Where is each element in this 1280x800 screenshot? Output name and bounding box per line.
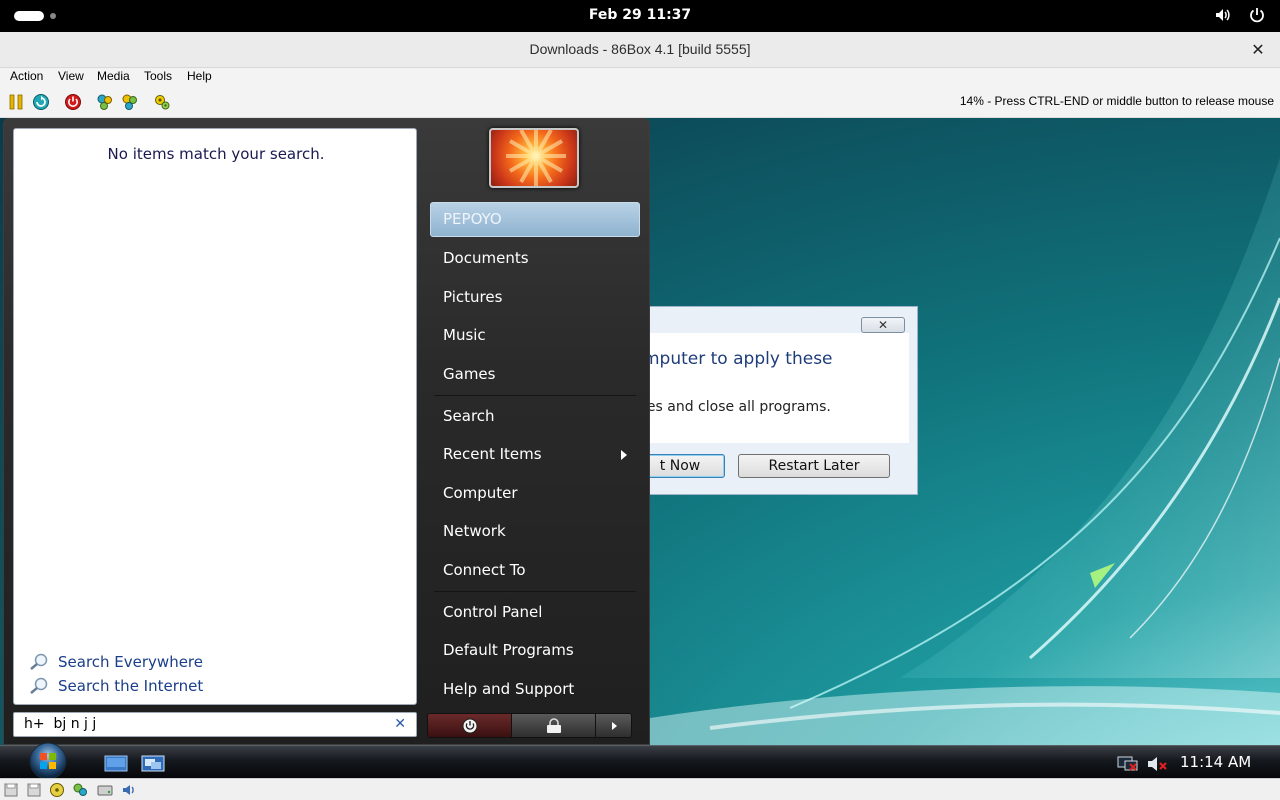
power-controls (427, 713, 632, 738)
hard-reset-icon[interactable] (32, 93, 50, 111)
restart-later-button[interactable]: Restart Later (738, 454, 890, 478)
submenu-arrow-icon (621, 450, 627, 460)
start-orb-icon[interactable] (16, 740, 80, 778)
volume-muted-icon[interactable] (1146, 755, 1170, 773)
settings-icon[interactable] (153, 93, 171, 111)
dialog-heading: mputer to apply these (643, 349, 833, 369)
restart-dialog: ✕ mputer to apply these les and close al… (620, 306, 918, 495)
lock-button[interactable] (512, 714, 596, 737)
mouse-capture-status: 14% - Press CTRL-END or middle button to… (959, 94, 1274, 108)
arrow-right-icon (611, 721, 617, 730)
window-title: Downloads - 86Box 4.1 [build 5555] (529, 41, 751, 57)
taskbar-clock[interactable]: 11:14 AM (1180, 753, 1251, 771)
search-everywhere-link[interactable]: Search Everywhere (28, 653, 203, 671)
start-item-help-support[interactable]: Help and Support (443, 680, 574, 698)
start-item-connect-to[interactable]: Connect To (443, 561, 526, 579)
system-tray[interactable] (1214, 6, 1266, 24)
network-disconnected-icon[interactable] (1116, 755, 1140, 773)
emulated-screen[interactable]: ✕ mputer to apply these les and close al… (0, 118, 1280, 778)
start-item-network[interactable]: Network (443, 522, 506, 540)
start-item-user-folder[interactable]: PEPOYO (430, 202, 640, 237)
search-internet-label: Search the Internet (58, 677, 204, 695)
search-results-pane: No items match your search. Search Every… (13, 128, 417, 705)
system-clock[interactable]: Feb 29 11:37 (0, 7, 1280, 23)
ctrl-alt-esc-icon[interactable] (121, 93, 139, 111)
toolbar: 14% - Press CTRL-END or middle button to… (0, 87, 1280, 118)
power-options-arrow-button[interactable] (596, 714, 631, 737)
user-account-picture[interactable] (489, 128, 579, 188)
menu-help[interactable]: Help (187, 69, 212, 83)
taskbar: 11:14 AM (0, 742, 1280, 778)
magnifier-icon (30, 677, 48, 694)
start-menu: No items match your search. Search Every… (3, 118, 650, 745)
volume-icon[interactable] (1214, 6, 1232, 24)
start-search-input[interactable]: h+ bj n j j ✕ (13, 712, 417, 737)
menu-separator (434, 591, 636, 592)
user-name-label: PEPOYO (443, 210, 502, 228)
start-item-games[interactable]: Games (443, 365, 495, 383)
menu-view[interactable]: View (58, 69, 84, 83)
start-item-music[interactable]: Music (443, 326, 486, 344)
clear-search-icon[interactable]: ✕ (394, 716, 406, 732)
search-internet-link[interactable]: Search the Internet (28, 677, 203, 695)
pause-icon[interactable] (7, 93, 25, 111)
dialog-close-button[interactable]: ✕ (861, 317, 905, 333)
start-item-search[interactable]: Search (443, 407, 495, 425)
window-titlebar: Downloads - 86Box 4.1 [build 5555] ✕ (0, 32, 1280, 68)
gnome-top-bar: Feb 29 11:37 (0, 0, 1280, 32)
menu-bar: Action View Media Tools Help (0, 68, 1280, 87)
start-item-recent-items[interactable]: Recent Items (443, 445, 542, 463)
start-item-pictures[interactable]: Pictures (443, 288, 502, 306)
search-everywhere-label: Search Everywhere (58, 653, 203, 671)
power-icon[interactable] (64, 93, 82, 111)
sound-icon[interactable] (121, 782, 137, 798)
magnifier-icon (30, 653, 48, 670)
cdrom-drive-icon[interactable] (49, 782, 65, 798)
power-menu-icon[interactable] (1248, 6, 1266, 24)
start-item-computer[interactable]: Computer (443, 484, 518, 502)
switch-windows-icon[interactable] (141, 755, 165, 772)
hard-disk-icon[interactable] (97, 782, 113, 798)
show-desktop-icon[interactable] (104, 755, 128, 772)
ctrl-alt-del-icon[interactable] (96, 93, 114, 111)
floppy-drive-icon[interactable] (26, 782, 42, 798)
menu-action[interactable]: Action (10, 69, 43, 83)
power-button[interactable] (428, 714, 512, 737)
start-item-default-programs[interactable]: Default Programs (443, 641, 574, 659)
dialog-message: les and close all programs. (643, 399, 831, 415)
lock-icon (546, 717, 561, 733)
emulator-status-bar (0, 778, 1280, 800)
menu-media[interactable]: Media (97, 69, 130, 83)
no-results-message: No items match your search. (107, 145, 325, 163)
search-query-text: h+ bj n j j (24, 716, 97, 732)
start-item-control-panel[interactable]: Control Panel (443, 603, 542, 621)
menu-separator (434, 395, 636, 396)
network-activity-icon[interactable] (72, 782, 88, 798)
power-icon (462, 718, 477, 733)
floppy-drive-icon[interactable] (3, 782, 19, 798)
window-close-button[interactable]: ✕ (1248, 40, 1268, 60)
start-item-documents[interactable]: Documents (443, 249, 529, 267)
menu-tools[interactable]: Tools (144, 69, 172, 83)
